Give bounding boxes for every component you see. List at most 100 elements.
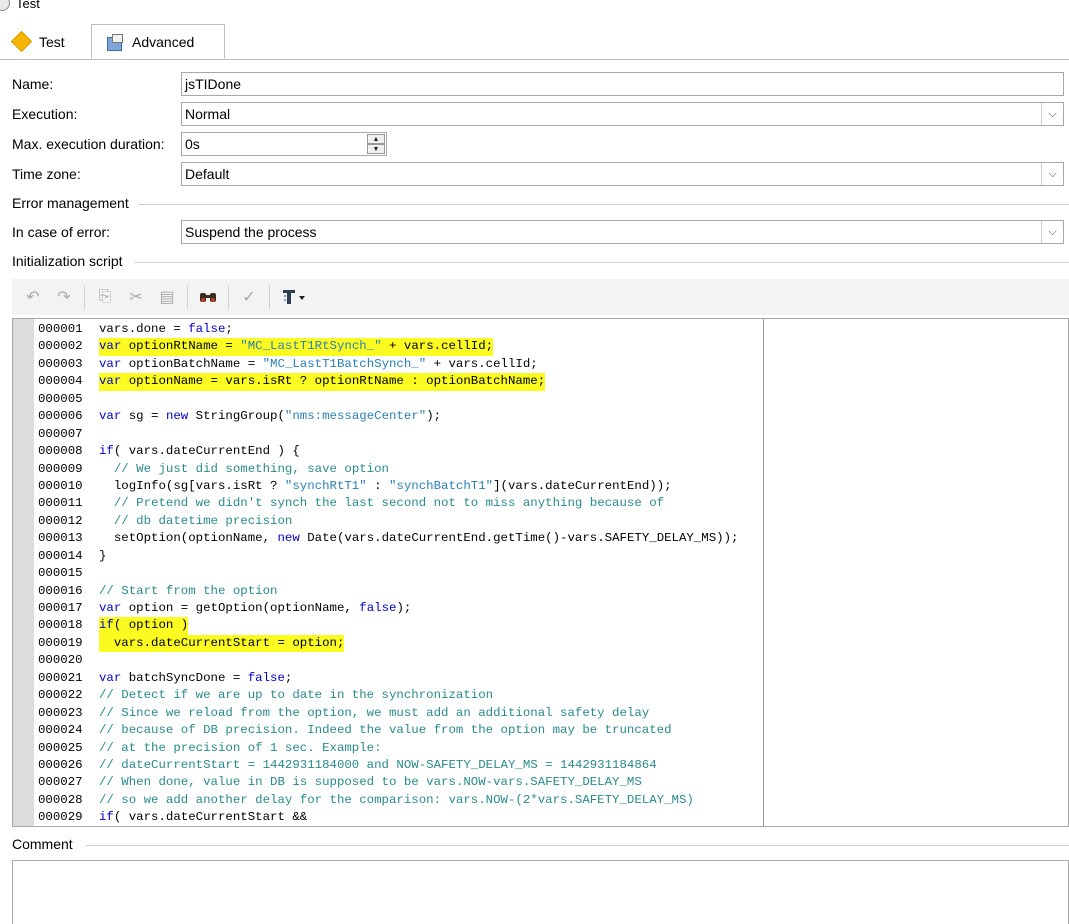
script-toolbar: ↶ ↷ ⎘ ✂ ▤ ✓ bbox=[12, 279, 1069, 315]
name-input[interactable]: jsTIDone bbox=[181, 72, 1064, 96]
line-number: 000014 bbox=[38, 548, 83, 563]
code-line[interactable]: 000018 if( option ) bbox=[38, 617, 738, 635]
code-text: var optionName = vars.isRt ? optionRtNam… bbox=[99, 373, 546, 391]
step-down-icon[interactable]: ▼ bbox=[367, 144, 385, 154]
error-management-heading: Error management bbox=[12, 195, 129, 211]
chevron-down-icon[interactable]: ⌵ bbox=[1041, 163, 1063, 185]
toolbar-separator bbox=[84, 285, 85, 309]
code-text: var batchSyncDone = false; bbox=[99, 670, 293, 685]
name-label: Name: bbox=[12, 76, 54, 92]
code-line[interactable]: 000010 logInfo(sg[vars.isRt ? "synchRtT1… bbox=[38, 478, 738, 495]
check-icon[interactable]: ✓ bbox=[238, 286, 260, 308]
timezone-value: Default bbox=[185, 166, 230, 182]
code-line[interactable]: 000003 var optionBatchName = "MC_LastT1Ba… bbox=[38, 356, 738, 373]
tab-bar: Test Advanced bbox=[0, 15, 1069, 60]
code-line[interactable]: 000012 // db datetime precision bbox=[38, 513, 738, 530]
line-number: 000025 bbox=[38, 740, 83, 755]
code-line[interactable]: 000005 bbox=[38, 391, 738, 408]
code-line[interactable]: 000020 bbox=[38, 652, 738, 669]
redo-icon[interactable]: ↷ bbox=[53, 286, 75, 308]
divider bbox=[139, 204, 1069, 205]
step-up-icon[interactable]: ▲ bbox=[367, 134, 385, 144]
code-line[interactable]: 000006 var sg = new StringGroup("nms:mess… bbox=[38, 408, 738, 425]
code-line[interactable]: 000004 var optionName = vars.isRt ? optio… bbox=[38, 373, 738, 391]
execution-label: Execution: bbox=[12, 106, 78, 122]
code-area[interactable]: 000001 vars.done = false; 000002 var option… bbox=[38, 321, 738, 826]
editor-gutter bbox=[13, 319, 34, 826]
code-line[interactable]: 000024 // because of DB precision. Indeed… bbox=[38, 722, 738, 739]
divider bbox=[86, 845, 1069, 846]
code-line[interactable]: 000026 // dateCurrentStart = 144293118400… bbox=[38, 757, 738, 774]
code-text: } bbox=[99, 548, 107, 563]
paste-icon[interactable]: ▤ bbox=[156, 286, 178, 308]
line-number: 000013 bbox=[38, 531, 83, 546]
toolbar-separator bbox=[269, 285, 270, 309]
code-line[interactable]: 000015 bbox=[38, 565, 738, 582]
find-icon[interactable] bbox=[197, 286, 219, 308]
code-line[interactable]: 000025 // at the precision of 1 sec. Exam… bbox=[38, 740, 738, 757]
code-line[interactable]: 000029 if( vars.dateCurrentStart && bbox=[38, 809, 738, 826]
toolbar-separator bbox=[228, 285, 229, 309]
line-number: 000018 bbox=[38, 618, 83, 633]
error-case-select[interactable]: Suspend the process ⌵ bbox=[181, 220, 1064, 244]
line-number: 000007 bbox=[38, 426, 83, 441]
code-line[interactable]: 000009 // We just did something, save op… bbox=[38, 461, 738, 478]
code-line[interactable]: 000014} bbox=[38, 548, 738, 565]
code-line[interactable]: 000008 if( vars.dateCurrentEnd ) { bbox=[38, 443, 738, 460]
tab-advanced[interactable]: Advanced bbox=[91, 24, 225, 59]
cut-icon[interactable]: ✂ bbox=[125, 286, 147, 308]
code-line[interactable]: 000027 // When done, value in DB is suppo… bbox=[38, 774, 738, 791]
line-number: 000010 bbox=[38, 478, 83, 493]
line-number: 000006 bbox=[38, 409, 83, 424]
code-line[interactable]: 000017 var option = getOption(optionName,… bbox=[38, 600, 738, 617]
code-line[interactable]: 000002 var optionRtName = "MC_LastT1RtSyn… bbox=[38, 338, 738, 356]
code-line[interactable]: 000016 // Start from the option bbox=[38, 583, 738, 600]
line-number: 000028 bbox=[38, 792, 83, 807]
line-number: 000008 bbox=[38, 444, 83, 459]
line-number: 000003 bbox=[38, 356, 83, 371]
code-text: // Start from the option bbox=[99, 583, 278, 598]
copy-icon[interactable]: ⎘ bbox=[94, 286, 116, 308]
max-duration-stepper[interactable]: 0s ▲ ▼ bbox=[181, 132, 387, 156]
code-line[interactable]: 000011 // Pretend we didn't synch the la… bbox=[38, 495, 738, 512]
code-line[interactable]: 000019 vars.dateCurrentStart = option; bbox=[38, 634, 738, 653]
stepper-buttons[interactable]: ▲ ▼ bbox=[367, 134, 385, 154]
code-text: // When done, value in DB is supposed to… bbox=[99, 775, 642, 790]
line-number: 000012 bbox=[38, 513, 83, 528]
code-text: logInfo(sg[vars.isRt ? "synchRtT1" : "sy… bbox=[99, 478, 672, 493]
script-editor[interactable]: 000001 vars.done = false; 000002 var option… bbox=[12, 318, 1069, 827]
line-number: 000023 bbox=[38, 705, 83, 720]
code-line[interactable]: 000021 var batchSyncDone = false; bbox=[38, 670, 738, 687]
code-text: vars.dateCurrentStart = option; bbox=[99, 634, 345, 653]
code-line[interactable]: 000001 vars.done = false; bbox=[38, 321, 738, 338]
execution-select[interactable]: Normal ⌵ bbox=[181, 102, 1064, 126]
code-text: var optionRtName = "MC_LastT1RtSynch_" +… bbox=[99, 338, 494, 356]
timezone-label: Time zone: bbox=[12, 166, 81, 182]
timezone-select[interactable]: Default ⌵ bbox=[181, 162, 1064, 186]
line-number: 000022 bbox=[38, 688, 83, 703]
code-text: // Pretend we didn't synch the last seco… bbox=[113, 496, 665, 511]
code-text: setOption(optionName, new Date(vars.date… bbox=[99, 531, 739, 546]
code-text: // We just did something, save option bbox=[113, 461, 389, 476]
insert-icon[interactable] bbox=[279, 286, 309, 308]
chevron-down-icon[interactable]: ⌵ bbox=[1041, 221, 1063, 243]
code-line[interactable]: 000028 // so we add another delay for the… bbox=[38, 792, 738, 809]
line-number: 000002 bbox=[38, 339, 83, 354]
tab-test[interactable]: Test bbox=[6, 25, 92, 58]
code-text: // Since we reload from the option, we m… bbox=[99, 705, 650, 720]
code-line[interactable]: 000007 bbox=[38, 426, 738, 443]
code-line[interactable]: 000022 // Detect if we are up to date in … bbox=[38, 687, 738, 704]
code-text: var option = getOption(optionName, false… bbox=[99, 601, 412, 615]
comment-textarea[interactable] bbox=[12, 860, 1069, 924]
undo-icon[interactable]: ↶ bbox=[22, 286, 44, 308]
tab-test-label: Test bbox=[39, 33, 65, 50]
execution-value: Normal bbox=[185, 106, 231, 122]
chevron-down-icon[interactable]: ⌵ bbox=[1041, 103, 1063, 125]
name-value: jsTIDone bbox=[185, 76, 242, 92]
properties-icon bbox=[106, 33, 123, 51]
code-text: // at the precision of 1 sec. Example: bbox=[99, 740, 382, 755]
code-text: var optionBatchName = "MC_LastT1BatchSyn… bbox=[99, 356, 538, 371]
init-script-heading: Initialization script bbox=[12, 253, 123, 269]
code-line[interactable]: 000013 setOption(optionName, new Date(va… bbox=[38, 530, 738, 547]
code-line[interactable]: 000023 // Since we reload from the option… bbox=[38, 705, 738, 722]
